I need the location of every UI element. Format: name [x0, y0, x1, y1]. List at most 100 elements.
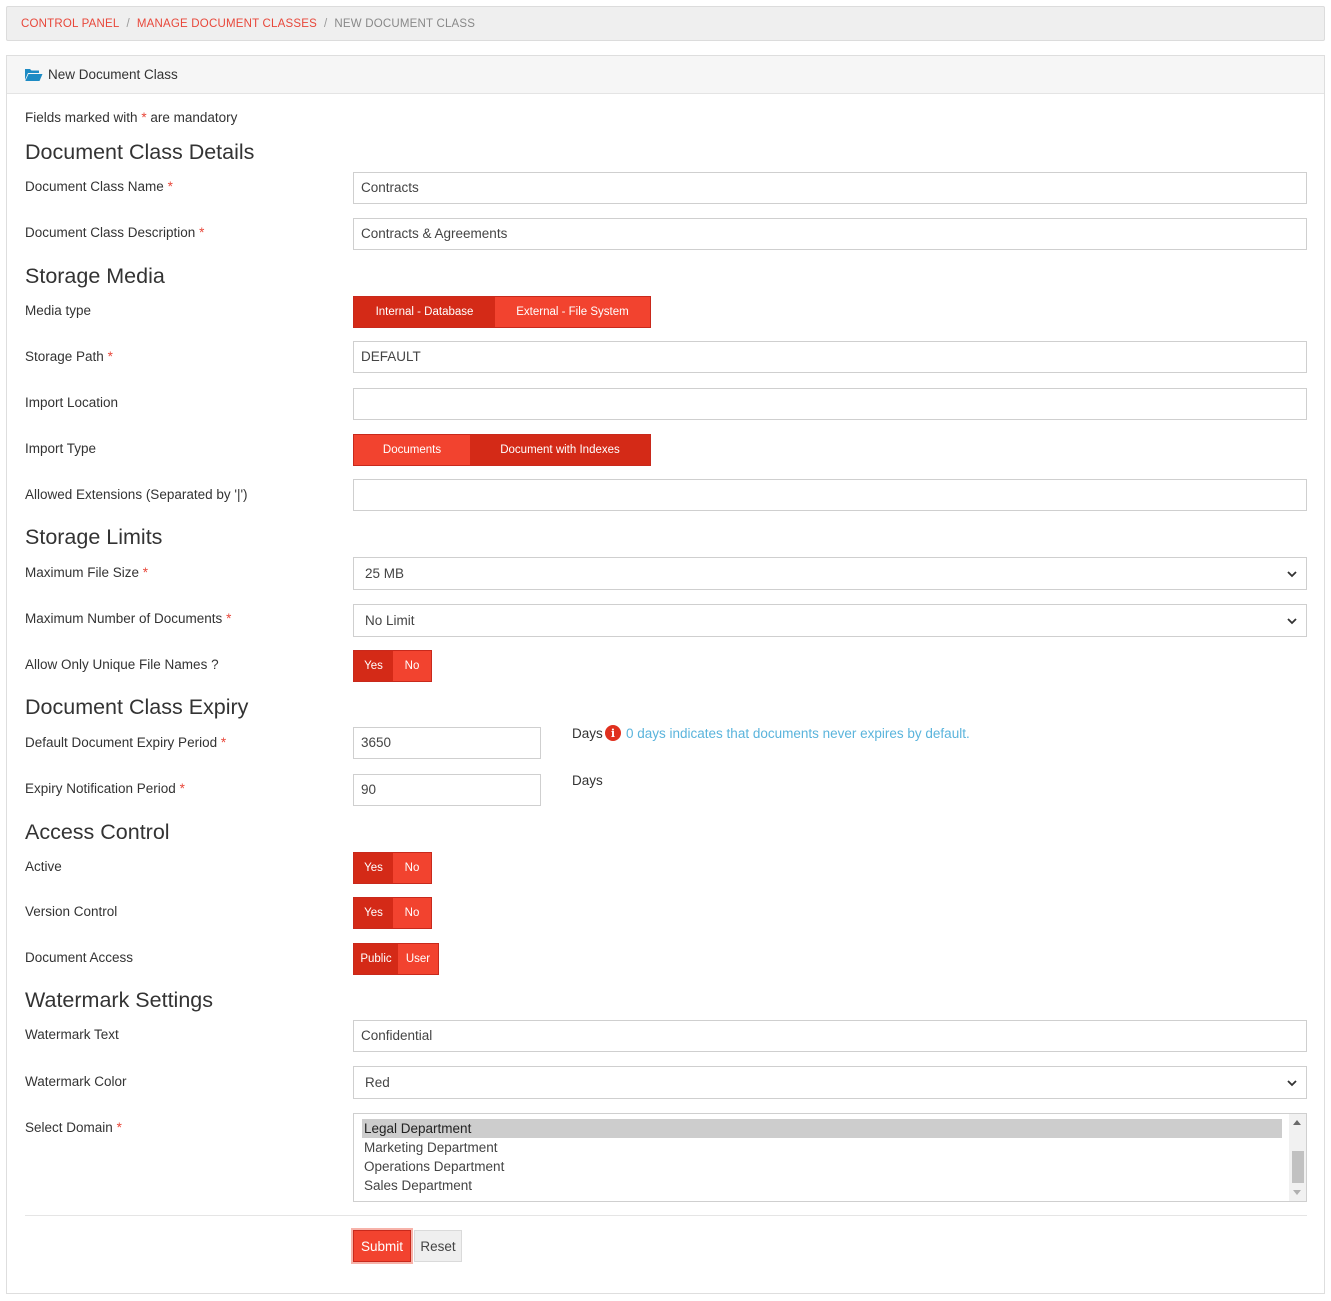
storage-path-input[interactable]: DEFAULT: [353, 341, 1307, 373]
breadcrumb-separator: /: [323, 17, 328, 30]
active-yes-option[interactable]: Yes: [354, 853, 393, 883]
expiry-period-label-text: Default Document Expiry Period: [25, 735, 218, 750]
section-storage-limits: Storage Limits: [25, 525, 163, 549]
active-label: Active: [25, 859, 62, 874]
unique-names-label: Allow Only Unique File Names ?: [25, 657, 219, 672]
class-description-input[interactable]: Contracts & Agreements: [353, 218, 1307, 250]
scroll-up-arrow-icon[interactable]: [1293, 1120, 1301, 1125]
max-file-size-label: Maximum File Size *: [25, 565, 148, 580]
version-control-toggle: Yes No: [353, 897, 432, 929]
domain-option-legal[interactable]: Legal Department: [362, 1119, 1282, 1138]
required-star: *: [220, 735, 227, 750]
import-location-input[interactable]: [353, 388, 1307, 420]
class-name-input[interactable]: Contracts: [353, 172, 1307, 204]
import-type-documents-option[interactable]: Documents: [354, 435, 470, 465]
watermark-color-value: Red: [365, 1075, 390, 1090]
domain-listbox[interactable]: Legal Department Marketing Department Op…: [353, 1113, 1307, 1202]
panel-title: New Document Class: [48, 67, 178, 82]
mandatory-note: Fields marked with * are mandatory: [25, 110, 237, 125]
required-star: *: [116, 1120, 122, 1135]
max-file-size-select[interactable]: 25 MB: [353, 557, 1307, 590]
media-type-internal-option[interactable]: Internal - Database: [354, 297, 495, 327]
class-description-label: Document Class Description *: [25, 225, 204, 240]
required-star: *: [226, 611, 232, 626]
required-star: *: [142, 565, 149, 580]
form-divider: [25, 1215, 1307, 1216]
panel-heading: New Document Class: [7, 56, 1324, 94]
notification-period-label: Expiry Notification Period *: [25, 781, 185, 796]
chevron-down-icon: [1287, 1080, 1297, 1087]
required-star: *: [179, 781, 185, 796]
import-location-label: Import Location: [25, 395, 119, 410]
domain-label-text: Select Domain: [25, 1120, 113, 1135]
expiry-hint: i 0 days indicates that documents never …: [605, 725, 970, 741]
breadcrumb-control-panel[interactable]: CONTROL PANEL: [21, 18, 119, 30]
section-watermark-settings: Watermark Settings: [25, 988, 213, 1012]
max-documents-value: No Limit: [365, 613, 415, 628]
unique-names-no-option[interactable]: No: [393, 651, 431, 681]
media-type-toggle: Internal - Database External - File Syst…: [353, 296, 651, 328]
section-document-class-expiry: Document Class Expiry: [25, 695, 249, 719]
document-access-toggle: Public User: [353, 943, 439, 975]
required-star: *: [107, 349, 113, 364]
breadcrumb-manage-document-classes[interactable]: MANAGE DOCUMENT CLASSES: [137, 18, 317, 30]
section-storage-media: Storage Media: [25, 264, 165, 288]
chevron-down-icon: [1287, 618, 1297, 625]
required-star: *: [199, 225, 205, 240]
max-documents-label-text: Maximum Number of Documents: [25, 611, 223, 626]
active-no-option[interactable]: No: [393, 853, 431, 883]
scroll-down-arrow-icon[interactable]: [1293, 1190, 1301, 1195]
reset-button[interactable]: Reset: [414, 1230, 462, 1262]
submit-button[interactable]: Submit: [353, 1230, 411, 1262]
class-description-label-text: Document Class Description: [25, 225, 196, 240]
max-documents-label: Maximum Number of Documents *: [25, 611, 231, 626]
class-name-label: Document Class Name *: [25, 179, 173, 194]
domain-scrollbar[interactable]: [1289, 1114, 1306, 1201]
active-toggle: Yes No: [353, 852, 432, 884]
max-file-size-label-text: Maximum File Size: [25, 565, 140, 580]
watermark-color-select[interactable]: Red: [353, 1066, 1307, 1099]
notification-period-label-text: Expiry Notification Period: [25, 781, 176, 796]
allowed-extensions-label: Allowed Extensions (Separated by '|'): [25, 487, 248, 502]
watermark-color-label: Watermark Color: [25, 1074, 127, 1089]
required-star: *: [141, 110, 147, 125]
media-type-external-option[interactable]: External - File System: [495, 297, 650, 327]
domain-option-sales[interactable]: Sales Department: [362, 1176, 1282, 1195]
required-star: *: [167, 179, 173, 194]
info-icon: i: [605, 725, 621, 741]
version-control-yes-option[interactable]: Yes: [354, 898, 393, 928]
max-documents-select[interactable]: No Limit: [353, 604, 1307, 637]
expiry-period-unit: Days: [572, 726, 603, 741]
notification-period-unit: Days: [572, 773, 603, 788]
document-access-public-option[interactable]: Public: [354, 944, 398, 974]
notification-period-input[interactable]: 90: [353, 774, 541, 806]
expiry-period-label: Default Document Expiry Period *: [25, 735, 226, 750]
breadcrumb-current: NEW DOCUMENT CLASS: [334, 17, 476, 30]
mandatory-note-prefix: Fields marked with: [25, 110, 138, 125]
chevron-down-icon: [1287, 571, 1297, 578]
import-type-label: Import Type: [25, 441, 97, 456]
allowed-extensions-input[interactable]: [353, 479, 1307, 511]
mandatory-note-suffix: are mandatory: [150, 110, 238, 125]
max-file-size-value: 25 MB: [365, 566, 405, 581]
unique-names-toggle: Yes No: [353, 650, 432, 682]
class-name-label-text: Document Class Name: [25, 179, 164, 194]
new-document-class-panel: New Document Class Fields marked with * …: [6, 55, 1325, 1294]
folder-open-icon: [25, 69, 43, 81]
watermark-text-input[interactable]: Confidential: [353, 1020, 1307, 1052]
scrollbar-thumb[interactable]: [1292, 1151, 1304, 1183]
import-type-indexes-option[interactable]: Document with Indexes: [470, 435, 650, 465]
domain-option-marketing[interactable]: Marketing Department: [362, 1138, 1282, 1157]
import-type-toggle: Documents Document with Indexes: [353, 434, 651, 466]
expiry-period-input[interactable]: 3650: [353, 727, 541, 759]
document-access-label: Document Access: [25, 950, 134, 965]
version-control-no-option[interactable]: No: [393, 898, 431, 928]
version-control-label: Version Control: [25, 904, 118, 919]
media-type-label: Media type: [25, 303, 92, 318]
domain-option-operations[interactable]: Operations Department: [362, 1157, 1282, 1176]
document-access-user-option[interactable]: User: [398, 944, 438, 974]
storage-path-label-text: Storage Path: [25, 349, 104, 364]
breadcrumb: CONTROL PANEL / MANAGE DOCUMENT CLASSES …: [6, 6, 1325, 41]
watermark-text-label: Watermark Text: [25, 1027, 119, 1042]
unique-names-yes-option[interactable]: Yes: [354, 651, 393, 681]
